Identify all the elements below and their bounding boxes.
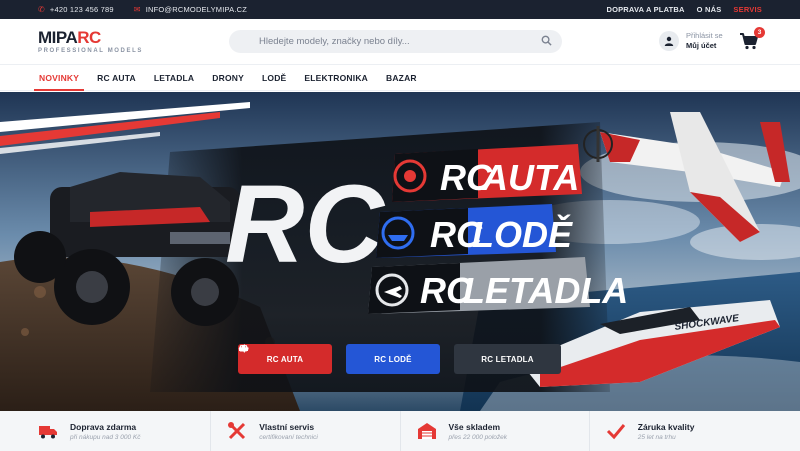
main-nav: NOVINKY RC AUTA LETADLA DRONY LODĚ ELEKT… (0, 65, 800, 91)
nav-item-elektronika[interactable]: ELEKTRONIKA (295, 65, 377, 91)
feature-quality: Záruka kvality 25 let na trhu (590, 411, 778, 451)
hero-button-rc-auta[interactable]: RC AUTA (238, 344, 332, 374)
nav-item-drony[interactable]: DRONY (203, 65, 253, 91)
hero-button-rc-lode[interactable]: RC LODĚ (238, 344, 440, 374)
account-login-label: Přihlásit se (686, 31, 723, 40)
svg-text:AUTA: AUTA (481, 157, 579, 198)
mail-icon: ✉ (133, 5, 141, 14)
cart-count-badge: 3 (754, 27, 765, 38)
email-contact[interactable]: ✉ INFO@RCMODELYMIPA.CZ (134, 5, 247, 14)
search-input[interactable]: Hledejte modely, značky nebo díly... (229, 30, 562, 53)
hero-banner: RC RC AUTA RC LODĚ RC LETADLA SHOCKWAVE … (0, 92, 800, 411)
nav-item-bazar[interactable]: BAZAR (377, 65, 426, 91)
logo-brand-accent: RC (77, 28, 101, 47)
cart-button[interactable]: 3 (739, 27, 765, 54)
logo-brand: MIPA (38, 28, 78, 47)
site-logo[interactable]: MIPARC PROFESSIONAL MODELS (38, 29, 168, 54)
user-icon (659, 31, 679, 51)
nav-item-rc-auta[interactable]: RC AUTA (88, 65, 145, 91)
search-placeholder: Hledejte modely, značky nebo díly... (259, 36, 410, 47)
nav-item-novinky[interactable]: NOVINKY (30, 65, 88, 91)
logo-tagline: PROFESSIONAL MODELS (38, 48, 143, 54)
site-header: MIPARC PROFESSIONAL MODELS Hledejte mode… (0, 19, 800, 65)
phone-icon: ✆ (38, 5, 45, 14)
svg-text:LODĚ: LODĚ (472, 213, 573, 255)
svg-text:LETADLA: LETADLA (463, 270, 628, 311)
hero-buttons: RC AUTA RC LODĚ RC LETADLA (238, 344, 561, 374)
link-doprava[interactable]: DOPRAVA A PLATBA (606, 5, 684, 14)
search-icon[interactable] (541, 35, 552, 46)
top-info-bar: ✆ +420 123 456 789 ✉ INFO@RCMODELYMIPA.CZ … (0, 0, 800, 19)
tools-icon (228, 422, 246, 440)
truck-icon (39, 426, 57, 439)
feature-shipping: Doprava zdarma při nákupu nad 3 000 Kč (22, 411, 212, 451)
hero-button-rc-letadla[interactable]: RC LETADLA (238, 344, 561, 374)
nav-item-letadla[interactable]: LETADLA (145, 65, 203, 91)
link-servis[interactable]: SERVIS (733, 5, 762, 14)
account-title: Můj účet (686, 41, 717, 50)
warehouse-icon (417, 423, 436, 439)
feature-bar: Doprava zdarma při nákupu nad 3 000 Kč Vl… (0, 411, 800, 451)
nav-item-lode[interactable]: LODĚ (253, 65, 295, 91)
feature-service: Vlastní servis certifikovaní technici (211, 411, 401, 451)
check-icon (606, 424, 625, 440)
phone-contact[interactable]: ✆ +420 123 456 789 (38, 5, 114, 14)
feature-stock: Vše skladem přes 22 000 položek (401, 411, 590, 451)
plane-icon (238, 344, 249, 353)
link-o-nas[interactable]: O NÁS (697, 5, 722, 14)
account-link[interactable]: Přihlásit se Můj účet (659, 31, 723, 51)
hero-big-title: RC (225, 163, 385, 286)
